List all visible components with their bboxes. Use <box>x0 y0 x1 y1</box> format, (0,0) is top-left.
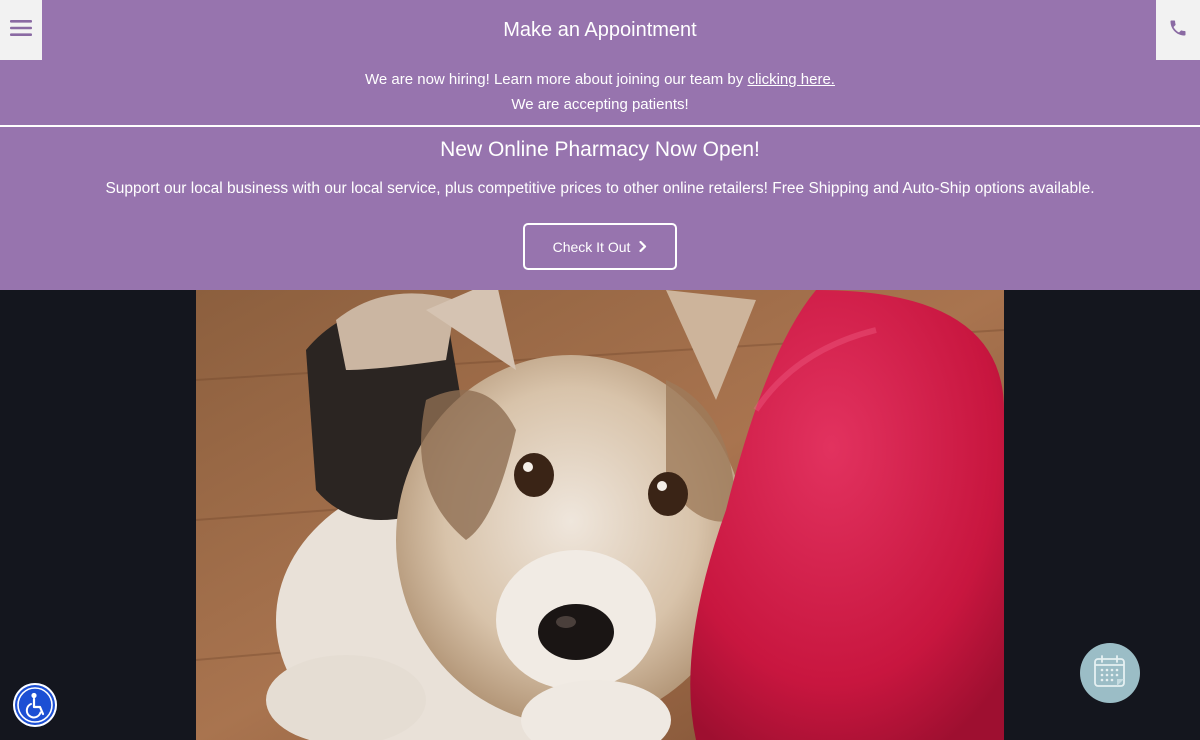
make-appointment-link[interactable]: Make an Appointment <box>0 0 1200 60</box>
phone-icon <box>1168 18 1188 43</box>
hero-image <box>196 290 1004 740</box>
cta-label: Check It Out <box>552 238 631 255</box>
calendar-button[interactable] <box>1080 643 1140 703</box>
accessibility-button[interactable] <box>13 683 57 727</box>
top-bar: Make an Appointment <box>0 0 1200 60</box>
pharmacy-promo: New Online Pharmacy Now Open! Support ou… <box>0 127 1200 290</box>
corgi-dog-photo <box>196 290 1004 740</box>
page: Make an Appointment We are now hiring! L… <box>0 0 1200 740</box>
hiring-text: We are now hiring! Learn more about join… <box>365 71 748 88</box>
calendar-icon <box>1093 654 1127 693</box>
accepting-patients-text: We are accepting patients! <box>511 96 689 113</box>
hiring-notice: We are now hiring! Learn more about join… <box>0 71 1200 88</box>
accessibility-icon <box>13 687 57 731</box>
check-it-out-button[interactable]: Check It Out <box>523 223 677 270</box>
phone-button[interactable] <box>1156 0 1200 60</box>
promo-headline: New Online Pharmacy Now Open! <box>440 138 760 161</box>
chevron-right-icon <box>639 239 647 255</box>
hiring-link[interactable]: clicking here. <box>747 71 835 88</box>
notice-banner: We are now hiring! Learn more about join… <box>0 60 1200 125</box>
promo-description: Support our local business with our loca… <box>105 180 1095 197</box>
